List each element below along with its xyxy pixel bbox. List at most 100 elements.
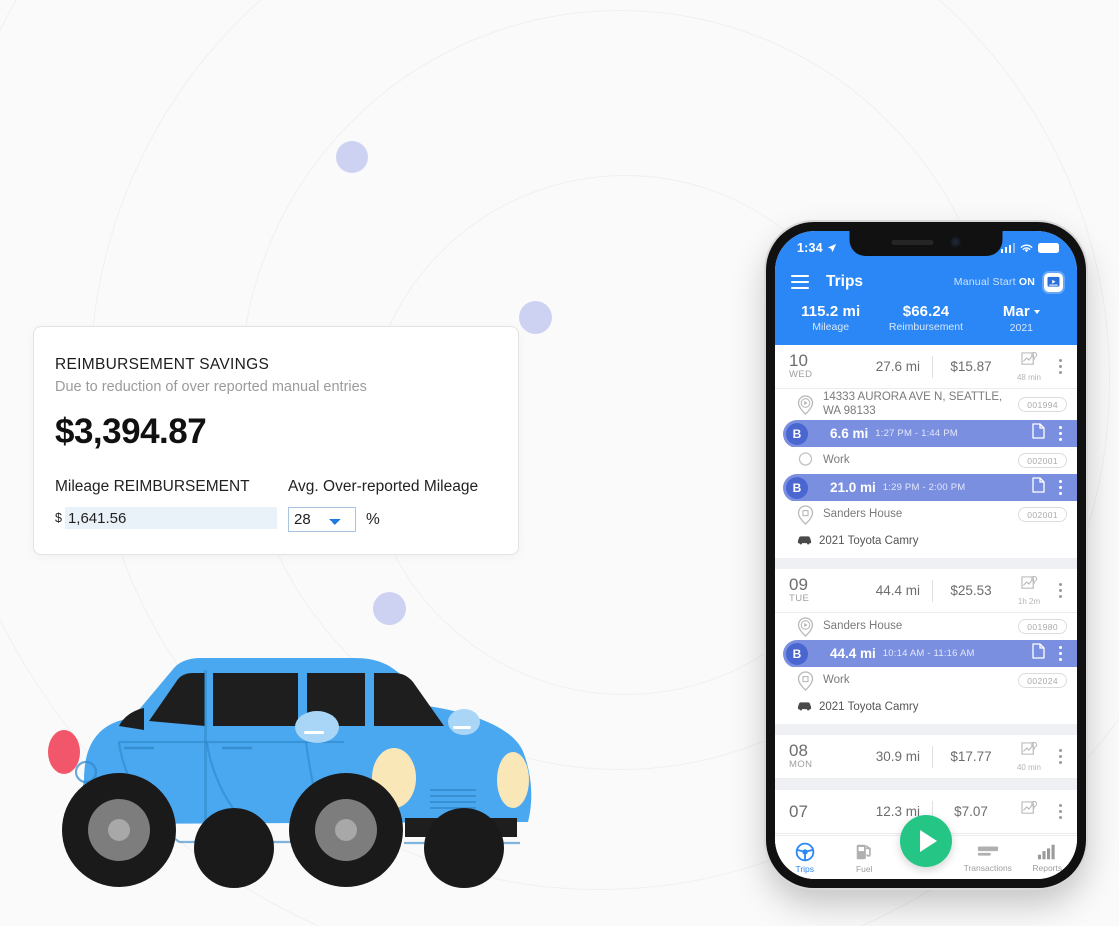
- location-pin-icon: [797, 394, 814, 415]
- day-header[interactable]: 08 MON 30.9 mi $17.77 40 min: [775, 735, 1077, 779]
- day-header[interactable]: 10 WED 27.6 mi $15.87 48 min: [775, 345, 1077, 389]
- stop-row[interactable]: 14333 AURORA AVE N, SEATTLE, WA 98133 00…: [775, 389, 1077, 420]
- status-time: 1:34: [797, 241, 823, 255]
- bar-chart-icon: [1038, 844, 1055, 859]
- status-bar-right: [1000, 243, 1059, 254]
- trip-badge: B: [786, 422, 808, 445]
- chevron-down-icon: [1033, 309, 1040, 314]
- decorative-dot: [336, 141, 368, 173]
- reimbursement-savings-card: REIMBURSEMENT SAVINGS Due to reduction o…: [33, 326, 519, 555]
- mileage-reimbursement-input[interactable]: [64, 507, 277, 529]
- stop-row[interactable]: Sanders House 001980: [775, 613, 1077, 640]
- stat-value: $66.24: [902, 303, 950, 320]
- day-duration: 1h 2m: [1009, 575, 1049, 606]
- row-menu-icon[interactable]: [1049, 749, 1067, 764]
- vehicle-name: 2021 Toyota Camry: [819, 535, 919, 547]
- manual-start-label: Manual Start: [953, 276, 1016, 288]
- day-amount: $15.87: [950, 359, 992, 374]
- stat-mileage: 115.2 mi Mileage: [783, 303, 878, 333]
- steering-wheel-icon: [795, 842, 815, 861]
- start-trip-fab[interactable]: [900, 815, 952, 867]
- trip-document-icon[interactable]: [1032, 423, 1045, 444]
- front-camera: [950, 237, 961, 247]
- stop-row[interactable]: Sanders House 002001: [775, 501, 1077, 528]
- row-menu-icon[interactable]: [1049, 583, 1067, 598]
- stat-reimbursement: $66.24 Reimbursement: [878, 303, 973, 333]
- hamburger-menu-icon[interactable]: [791, 275, 809, 289]
- day-duration: [1009, 800, 1049, 822]
- cellular-signal-icon: [1000, 243, 1015, 253]
- location-pin-icon: [797, 670, 814, 691]
- day-weekday: MON: [789, 759, 813, 770]
- card-title: REIMBURSEMENT SAVINGS: [55, 356, 270, 373]
- nav-item-transactions[interactable]: Transactions: [958, 843, 1018, 873]
- stop-id-chip: 002001: [1018, 453, 1067, 468]
- trip-miles: 44.4 mi: [830, 646, 876, 661]
- trips-list[interactable]: 10 WED 27.6 mi $15.87 48 min 14333 AUROR…: [775, 345, 1077, 835]
- car-illustration: [24, 630, 540, 892]
- day-miles: 27.6 mi: [875, 359, 920, 374]
- nav-item-trips[interactable]: Trips: [775, 842, 835, 874]
- phone-screen: 1:34 Trips Manual Start ON 115.2 mi Mile…: [775, 231, 1077, 879]
- nav-item-fuel[interactable]: Fuel: [835, 842, 895, 874]
- row-menu-icon[interactable]: [1049, 426, 1067, 441]
- record-video-button[interactable]: [1044, 272, 1063, 292]
- stop-address: 14333 AURORA AVE N, SEATTLE, WA 98133: [823, 391, 1003, 417]
- status-bar-left: 1:34: [797, 241, 837, 255]
- trip-time-range: 10:14 AM - 11:16 AM: [882, 648, 975, 659]
- percent-sign: %: [366, 510, 380, 528]
- stat-month-selector[interactable]: Mar 2021: [974, 303, 1069, 334]
- trip-row[interactable]: 1 B 6.6 mi 1:27 PM - 1:44 PM: [775, 420, 1077, 447]
- manual-start-status: Manual Start ON: [954, 276, 1035, 288]
- trip-row[interactable]: 1 B 44.4 mi 10:14 AM - 11:16 AM: [775, 640, 1077, 667]
- stop-address: Work: [823, 453, 850, 466]
- mileage-reimbursement-field: Mileage REIMBURSEMENT $: [55, 478, 288, 532]
- day-weekday: WED: [789, 369, 813, 380]
- stop-row[interactable]: Work 002024: [775, 667, 1077, 694]
- wifi-icon: [1020, 244, 1033, 252]
- day-date: 07: [789, 801, 831, 821]
- card-fields: Mileage REIMBURSEMENT $ Avg. Over-report…: [55, 478, 518, 532]
- row-menu-icon[interactable]: [1049, 480, 1067, 495]
- trip-document-icon[interactable]: [1032, 643, 1045, 664]
- savings-amount: $3,394.87: [55, 412, 207, 451]
- trip-row[interactable]: 2 B 21.0 mi 1:29 PM - 2:00 PM: [775, 474, 1077, 501]
- day-miles: 30.9 mi: [875, 749, 920, 764]
- overreported-mileage-label: Avg. Over-reported Mileage: [288, 478, 479, 495]
- location-pin-icon: [797, 504, 814, 525]
- location-pin-icon: [797, 451, 814, 471]
- location-arrow-icon: [827, 243, 836, 253]
- stat-label: 2021: [1009, 322, 1033, 334]
- row-menu-icon[interactable]: [1049, 359, 1067, 374]
- stop-row[interactable]: Work 002001: [775, 447, 1077, 474]
- stop-id-chip: 002001: [1018, 507, 1067, 522]
- nav-item-reports[interactable]: Reports: [1018, 843, 1078, 873]
- day-miles: 44.4 mi: [875, 583, 920, 598]
- stop-id-chip: 001980: [1018, 619, 1067, 634]
- stop-id-chip: 001994: [1018, 397, 1067, 412]
- vehicle-row: 2021 Toyota Camry: [775, 694, 1077, 724]
- day-header[interactable]: 09 TUE 44.4 mi $25.53 1h 2m: [775, 569, 1077, 613]
- overreported-mileage-select[interactable]: 1015202528303540: [288, 507, 356, 532]
- decorative-dot: [373, 592, 406, 625]
- day-date: 10 WED: [789, 352, 831, 380]
- stop-address: Work: [823, 673, 850, 686]
- trip-badge: B: [786, 476, 808, 499]
- trip-time-range: 1:29 PM - 2:00 PM: [882, 482, 966, 493]
- day-separator: [775, 558, 1077, 569]
- nav-label: Transactions: [963, 862, 1012, 873]
- earpiece-speaker: [891, 239, 934, 245]
- day-separator: [775, 779, 1077, 790]
- record-video-icon: [1047, 276, 1060, 287]
- day-duration: 48 min: [1009, 351, 1049, 382]
- day-separator: [775, 724, 1077, 735]
- phone-notch: [849, 231, 1003, 256]
- row-menu-icon[interactable]: [1049, 646, 1067, 661]
- day-number: 07: [789, 801, 808, 821]
- stop-address: Sanders House: [823, 619, 903, 632]
- row-menu-icon[interactable]: [1049, 804, 1067, 819]
- trip-time-range: 1:27 PM - 1:44 PM: [875, 428, 958, 439]
- overreported-mileage-field: Avg. Over-reported Mileage 1015202528303…: [288, 478, 478, 532]
- trip-document-icon[interactable]: [1032, 477, 1045, 498]
- manual-start-state: ON: [1018, 276, 1035, 288]
